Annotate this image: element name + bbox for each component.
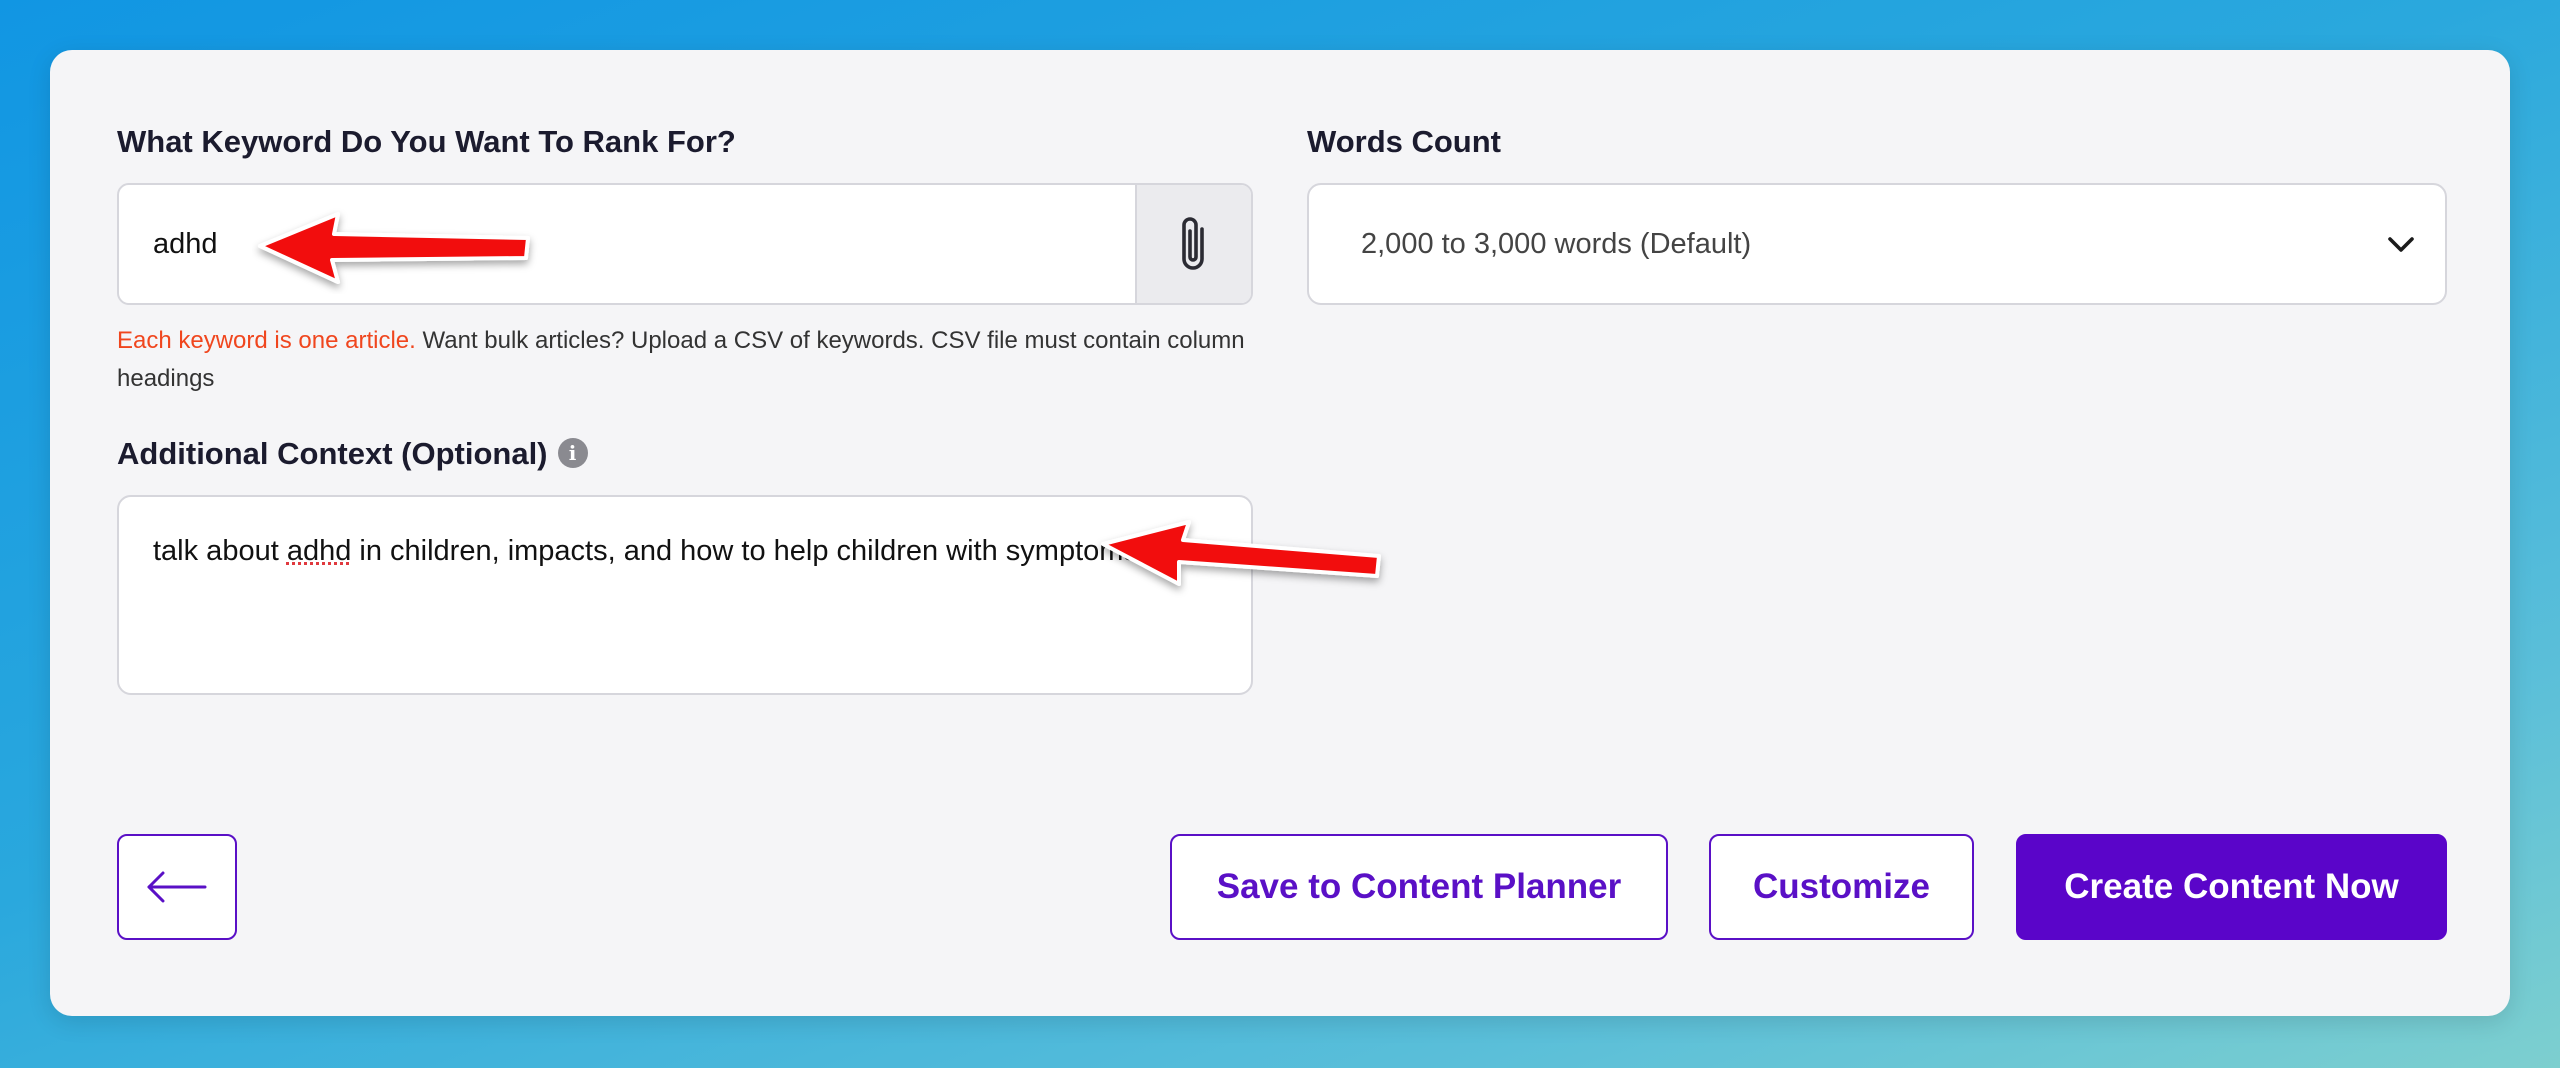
paperclip-icon <box>1182 217 1204 270</box>
arrow-left-icon <box>147 871 207 903</box>
customize-button[interactable]: Customize <box>1709 834 1974 940</box>
keyword-input[interactable] <box>119 185 1139 303</box>
save-to-planner-button[interactable]: Save to Content Planner <box>1170 834 1668 940</box>
words-count-select[interactable]: 2,000 to 3,000 words (Default) <box>1307 183 2447 305</box>
spellcheck-word: adhd <box>286 535 352 567</box>
context-label-row: Additional Context (Optional) i <box>117 436 588 472</box>
keyword-hint: Each keyword is one article. Want bulk a… <box>117 322 1277 398</box>
context-label: Additional Context (Optional) <box>117 436 548 471</box>
context-text-end: in children, impacts, and how to help ch… <box>351 535 1138 567</box>
context-textarea[interactable]: talk about adhd in children, impacts, an… <box>117 495 1253 695</box>
info-icon[interactable]: i <box>557 437 588 468</box>
back-button[interactable] <box>117 834 237 940</box>
attach-csv-button[interactable] <box>1135 185 1251 303</box>
hint-warning: Each keyword is one article. <box>117 327 416 354</box>
keyword-field <box>117 183 1253 305</box>
words-count-value: 2,000 to 3,000 words (Default) <box>1361 228 1752 260</box>
content-form-card: What Keyword Do You Want To Rank For? Ea… <box>50 50 2510 1016</box>
words-count-label: Words Count <box>1307 124 1502 159</box>
create-content-button[interactable]: Create Content Now <box>2016 834 2447 940</box>
chevron-down-icon <box>2388 237 2414 252</box>
context-text: talk about adhd in children, impacts, an… <box>153 529 1193 574</box>
keyword-label: What Keyword Do You Want To Rank For? <box>117 124 736 159</box>
context-text-start: talk about <box>153 535 287 567</box>
